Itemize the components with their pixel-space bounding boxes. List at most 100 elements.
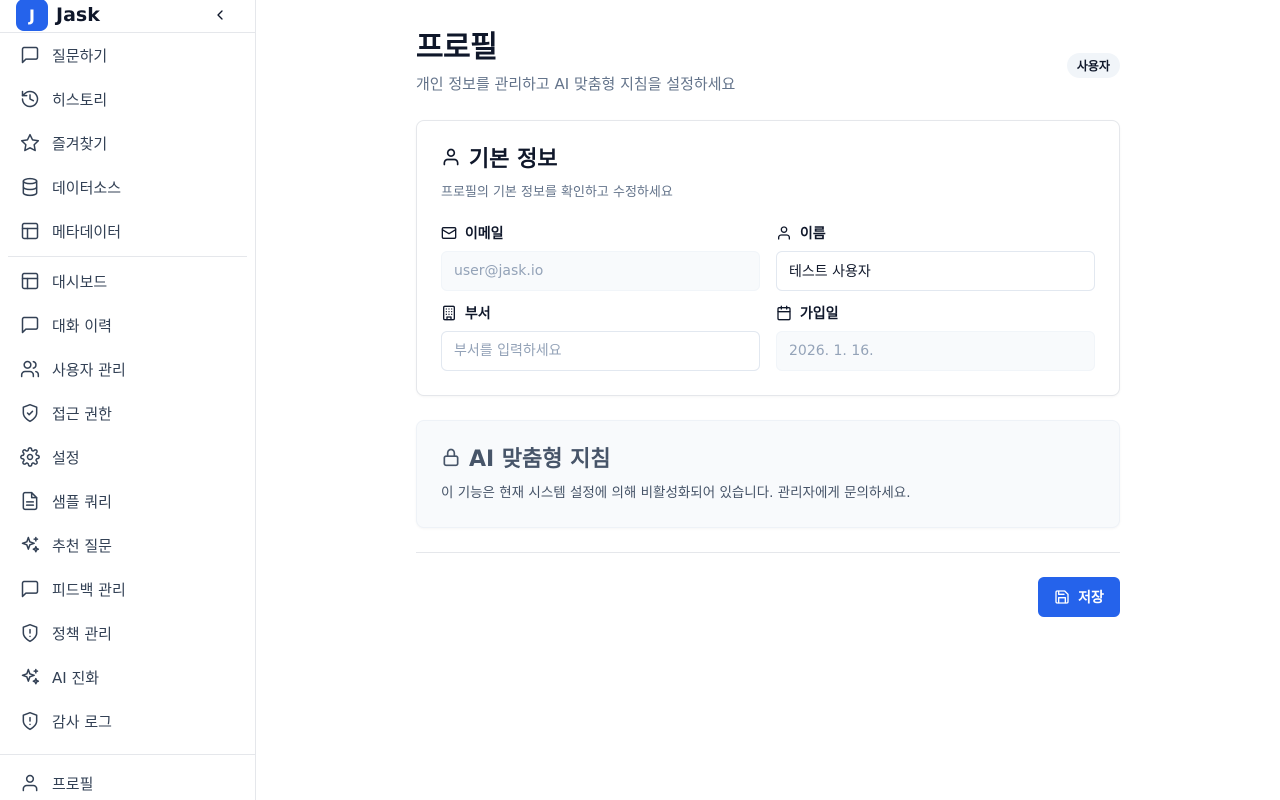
sidebar-item-suggested-questions[interactable]: 추천 질문	[8, 523, 247, 567]
page-header: 프로필 개인 정보를 관리하고 AI 맞춤형 지침을 설정하세요 사용자	[416, 28, 1120, 94]
ai-guidance-title: AI 맞춤형 지침	[441, 441, 1095, 473]
sidebar-item-label: 즐겨찾기	[52, 134, 108, 153]
sidebar-item-label: 질문하기	[52, 46, 108, 65]
content-divider	[416, 552, 1120, 553]
basic-info-fields: 이메일 이름 부서	[441, 223, 1095, 371]
department-field[interactable]	[441, 331, 760, 371]
joined-label: 가입일	[776, 303, 1095, 323]
sparkles-icon	[20, 667, 40, 687]
name-field-group: 이름	[776, 223, 1095, 291]
sidebar-item-label: 데이터소스	[52, 178, 122, 197]
sidebar-item-label: 정책 관리	[52, 624, 112, 643]
calendar-icon	[776, 305, 792, 321]
sidebar: J Jask 질문하기 히스토리 즐겨찾기 데이터소스 메타데이터 대시보드 대…	[0, 0, 256, 800]
email-field	[441, 251, 760, 291]
joined-field-group: 가입일	[776, 303, 1095, 371]
sidebar-item-label: 대시보드	[52, 272, 108, 291]
sidebar-footer: 프로필	[0, 754, 255, 800]
department-label-text: 부서	[465, 306, 491, 322]
message-square-icon	[20, 315, 40, 335]
save-button-label: 저장	[1078, 590, 1104, 606]
sidebar-item-label: AI 진화	[52, 668, 100, 687]
sidebar-item-settings[interactable]: 설정	[8, 435, 247, 479]
main-content: 프로필 개인 정보를 관리하고 AI 맞춤형 지침을 설정하세요 사용자 기본 …	[256, 0, 1280, 800]
chevron-left-icon	[217, 10, 223, 20]
message-square-icon	[20, 579, 40, 599]
layout-icon	[20, 271, 40, 291]
building-icon	[441, 305, 457, 321]
ai-guidance-description: 이 기능은 현재 시스템 설정에 의해 비활성화되어 있습니다. 관리자에게 문…	[441, 485, 911, 501]
sidebar-item-favorites[interactable]: 즐겨찾기	[8, 121, 247, 165]
sidebar-item-feedback[interactable]: 피드백 관리	[8, 567, 247, 611]
profile-page: 프로필 개인 정보를 관리하고 AI 맞춤형 지침을 설정하세요 사용자 기본 …	[416, 28, 1120, 617]
shield-alert-icon	[20, 623, 40, 643]
user-icon	[441, 147, 461, 167]
sidebar-item-label: 메타데이터	[52, 222, 122, 241]
form-actions: 저장	[416, 577, 1120, 617]
users-icon	[20, 359, 40, 379]
sidebar-collapse-button[interactable]	[209, 4, 231, 26]
joined-label-text: 가입일	[800, 306, 839, 322]
sidebar-nav: 질문하기 히스토리 즐겨찾기 데이터소스 메타데이터 대시보드 대화 이력 사용…	[0, 33, 255, 743]
user-icon	[776, 225, 792, 241]
sidebar-item-ai-evolution[interactable]: AI 진화	[8, 655, 247, 699]
sidebar-item-label: 샘플 쿼리	[52, 492, 112, 511]
mail-icon	[441, 225, 457, 241]
sidebar-item-sample-queries[interactable]: 샘플 쿼리	[8, 479, 247, 523]
sidebar-item-ask[interactable]: 질문하기	[8, 33, 247, 77]
sparkles-icon	[20, 535, 40, 555]
sidebar-item-label: 접근 권한	[52, 404, 112, 423]
sidebar-item-label: 프로필	[52, 774, 94, 793]
joined-date-field	[776, 331, 1095, 371]
sidebar-item-datasource[interactable]: 데이터소스	[8, 165, 247, 209]
sidebar-item-label: 히스토리	[52, 90, 108, 109]
sidebar-item-label: 피드백 관리	[52, 580, 126, 599]
star-icon	[20, 133, 40, 153]
sidebar-item-metadata[interactable]: 메타데이터	[8, 209, 247, 253]
ai-guidance-card: AI 맞춤형 지침 이 기능은 현재 시스템 설정에 의해 비활성화되어 있습니…	[416, 420, 1120, 528]
sidebar-item-profile[interactable]: 프로필	[8, 761, 247, 800]
message-square-icon	[20, 45, 40, 65]
brand-header: J Jask	[0, 0, 255, 33]
basic-info-title: 기본 정보	[441, 141, 1095, 173]
save-button[interactable]: 저장	[1038, 577, 1120, 617]
sidebar-divider	[8, 256, 247, 257]
lock-icon	[441, 447, 461, 467]
shield-check-icon	[20, 403, 40, 423]
sidebar-item-label: 설정	[52, 448, 80, 467]
name-label: 이름	[776, 223, 1095, 243]
name-field[interactable]	[776, 251, 1095, 291]
layout-icon	[20, 221, 40, 241]
ai-guidance-title-text: AI 맞춤형 지침	[469, 447, 611, 472]
brand-name: Jask	[56, 4, 100, 26]
sidebar-item-users[interactable]: 사용자 관리	[8, 347, 247, 391]
page-title: 프로필	[416, 30, 498, 65]
sidebar-item-dashboard[interactable]: 대시보드	[8, 259, 247, 303]
sidebar-item-label: 감사 로그	[52, 712, 112, 731]
sidebar-item-conversations[interactable]: 대화 이력	[8, 303, 247, 347]
sidebar-item-label: 추천 질문	[52, 536, 112, 555]
basic-info-title-text: 기본 정보	[469, 147, 558, 172]
email-label-text: 이메일	[465, 226, 504, 242]
shield-alert-icon	[20, 711, 40, 731]
save-icon	[1054, 589, 1070, 605]
basic-info-description: 프로필의 기본 정보를 확인하고 수정하세요	[441, 185, 673, 200]
department-label: 부서	[441, 303, 760, 323]
sidebar-item-label: 대화 이력	[52, 316, 112, 335]
app-root: J Jask 질문하기 히스토리 즐겨찾기 데이터소스 메타데이터 대시보드 대…	[0, 0, 1280, 800]
database-icon	[20, 177, 40, 197]
history-icon	[20, 89, 40, 109]
sidebar-item-history[interactable]: 히스토리	[8, 77, 247, 121]
sidebar-item-policy[interactable]: 정책 관리	[8, 611, 247, 655]
file-text-icon	[20, 491, 40, 511]
user-icon	[20, 773, 40, 793]
page-subtitle: 개인 정보를 관리하고 AI 맞춤형 지침을 설정하세요	[416, 75, 736, 93]
sidebar-item-audit-log[interactable]: 감사 로그	[8, 699, 247, 743]
role-badge: 사용자	[1066, 53, 1120, 78]
basic-info-card: 기본 정보 프로필의 기본 정보를 확인하고 수정하세요 이메일 user@ja…	[416, 120, 1120, 396]
sidebar-item-label: 사용자 관리	[52, 360, 126, 379]
email-label: 이메일	[441, 223, 760, 243]
sidebar-item-access[interactable]: 접근 권한	[8, 391, 247, 435]
name-label-text: 이름	[800, 226, 826, 242]
department-field-group: 부서	[441, 303, 760, 371]
